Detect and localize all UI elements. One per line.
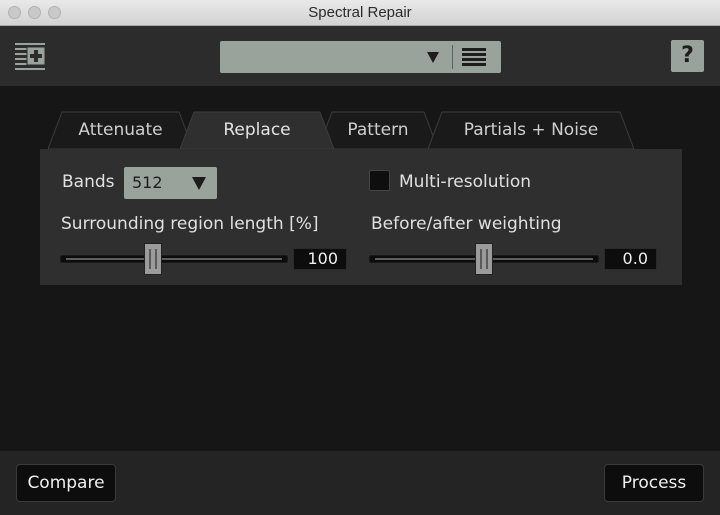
before-after-weighting-label: Before/after weighting [371,214,562,234]
hamburger-menu-icon[interactable] [462,48,486,66]
window-title: Spectral Repair [308,4,412,21]
process-button[interactable]: Process [604,464,704,502]
multi-resolution-label: Multi-resolution [399,172,532,192]
slider-thumb[interactable] [475,243,493,275]
tab-label: Replace [223,120,291,140]
tab-label: Attenuate [78,120,163,140]
tab-pattern[interactable]: Pattern [318,111,438,149]
footer-bar: Compare Process [0,451,720,515]
surrounding-region-label: Surrounding region length [%] [61,214,319,234]
triangle-down-icon [192,177,206,190]
surrounding-region-slider[interactable] [60,243,288,275]
title-bar: Spectral Repair [0,0,720,26]
bands-label: Bands [62,172,115,192]
tab-label: Pattern [347,120,409,140]
multi-resolution-checkbox[interactable] [369,170,390,191]
triangle-down-icon [427,52,439,63]
help-button[interactable]: ? [671,40,704,72]
surrounding-region-value[interactable]: 100 [293,248,347,270]
before-after-weighting-value[interactable]: 0.0 [604,248,657,270]
tab-partials-noise[interactable]: Partials + Noise [428,111,634,149]
bands-value: 512 [132,173,163,192]
tab-replace[interactable]: Replace [180,111,334,149]
spectral-repair-module-icon[interactable] [14,40,48,70]
module-header: ? [0,26,720,86]
compare-button[interactable]: Compare [16,464,116,502]
replace-panel: Bands 512 Multi-resolution Surrounding r… [40,149,682,285]
bands-dropdown[interactable]: 512 [124,167,217,199]
module-main: Attenuate Pattern Partials + Noise Repla… [0,86,720,451]
tab-label: Partials + Noise [463,120,599,140]
before-after-weighting-slider[interactable] [369,243,599,275]
slider-thumb[interactable] [144,243,162,275]
preset-selector[interactable] [220,41,501,73]
preset-divider [452,45,453,69]
tab-attenuate[interactable]: Attenuate [48,111,193,149]
